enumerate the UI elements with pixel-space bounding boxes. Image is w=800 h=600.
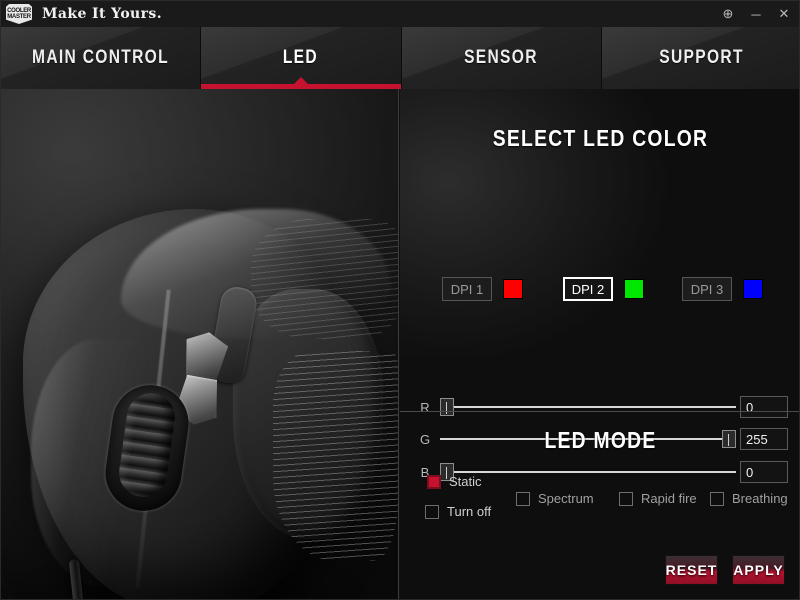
section-divider: [400, 411, 799, 412]
app-window: COOLER MASTER Make It Yours. ⊕ ─ ✕ MAIN …: [0, 0, 800, 600]
blue-slider-track: [440, 471, 736, 473]
checkbox-turn-off[interactable]: Turn off: [425, 504, 491, 519]
tab-sensor[interactable]: SENSOR: [401, 27, 602, 89]
dpi-profile-2: DPI 2: [563, 277, 644, 301]
checkbox-static[interactable]: Static: [427, 474, 482, 489]
red-slider-track: [440, 406, 736, 408]
select-led-color-title: SELECT LED COLOR: [492, 125, 709, 151]
dpi-2-color-swatch[interactable]: [624, 279, 644, 299]
content-area: SELECT LED COLOR DPI 1 DPI 2 DPI 3 R 0 G…: [1, 89, 799, 599]
checkbox-breathing-box[interactable]: [710, 491, 724, 506]
checkbox-spectrum-box[interactable]: [516, 491, 530, 506]
blue-value-input[interactable]: 0: [740, 461, 788, 483]
checkbox-turn-off-box[interactable]: [425, 504, 439, 519]
tab-bar: MAIN CONTROL LED SENSOR SUPPORT: [1, 27, 799, 89]
checkbox-rapid-fire-label: Rapid fire: [641, 491, 697, 506]
settings-pane: SELECT LED COLOR DPI 1 DPI 2 DPI 3 R 0 G…: [400, 89, 799, 599]
blue-slider[interactable]: [440, 461, 736, 483]
gaming-mouse-image: [1, 89, 398, 599]
mouse-left-edge-highlight: [31, 339, 151, 589]
checkbox-turn-off-label: Turn off: [447, 504, 492, 519]
dpi-profile-row: DPI 1 DPI 2 DPI 3: [400, 275, 799, 303]
checkbox-breathing[interactable]: Breathing: [710, 491, 788, 506]
channel-label-g: G: [419, 431, 431, 447]
dpi-1-color-swatch[interactable]: [503, 279, 523, 299]
tab-support[interactable]: SUPPORT: [601, 27, 799, 89]
globe-icon[interactable]: ⊕: [715, 2, 741, 26]
logo-line-bottom: MASTER: [7, 14, 31, 20]
red-slider-thumb[interactable]: [440, 398, 454, 416]
dpi-1-button[interactable]: DPI 1: [442, 277, 492, 301]
tab-led-label: LED: [283, 47, 319, 68]
tab-main-control-label: MAIN CONTROL: [32, 47, 170, 68]
checkbox-rapid-fire[interactable]: Rapid fire: [619, 491, 697, 506]
red-slider[interactable]: [440, 396, 736, 418]
dpi-profile-1: DPI 1: [442, 277, 523, 301]
tab-led[interactable]: LED: [201, 27, 402, 89]
mouse-grip-texture: [273, 351, 398, 561]
minimize-button[interactable]: ─: [743, 2, 769, 26]
reset-button[interactable]: RESET: [665, 555, 718, 585]
slider-row-red: R 0: [400, 395, 799, 419]
channel-label-r: R: [420, 399, 430, 415]
checkbox-rapid-fire-box[interactable]: [619, 491, 633, 506]
cooler-master-logo-icon: COOLER MASTER: [6, 4, 32, 24]
led-mode-title: LED MODE: [544, 427, 657, 453]
product-image-pane: [1, 89, 399, 599]
checkbox-spectrum[interactable]: Spectrum: [516, 491, 594, 506]
tab-main-control[interactable]: MAIN CONTROL: [1, 27, 202, 89]
dpi-profile-3: DPI 3: [682, 277, 763, 301]
checkbox-static-label: Static: [449, 474, 482, 489]
app-title: Make It Yours.: [42, 6, 162, 22]
red-value-input[interactable]: 0: [740, 396, 788, 418]
checkbox-static-box[interactable]: [427, 474, 441, 489]
checkbox-breathing-label: Breathing: [732, 491, 788, 506]
tab-support-label: SUPPORT: [659, 47, 744, 68]
title-bar: COOLER MASTER Make It Yours. ⊕ ─ ✕: [1, 1, 799, 27]
apply-button[interactable]: APPLY: [732, 555, 785, 585]
dpi-3-color-swatch[interactable]: [743, 279, 763, 299]
close-button[interactable]: ✕: [771, 2, 797, 26]
tab-sensor-label: SENSOR: [464, 47, 538, 68]
checkbox-spectrum-label: Spectrum: [538, 491, 594, 506]
window-controls: ⊕ ─ ✕: [715, 1, 797, 27]
dpi-2-button[interactable]: DPI 2: [563, 277, 613, 301]
tab-pointer-icon: [293, 77, 308, 84]
dpi-3-button[interactable]: DPI 3: [682, 277, 732, 301]
